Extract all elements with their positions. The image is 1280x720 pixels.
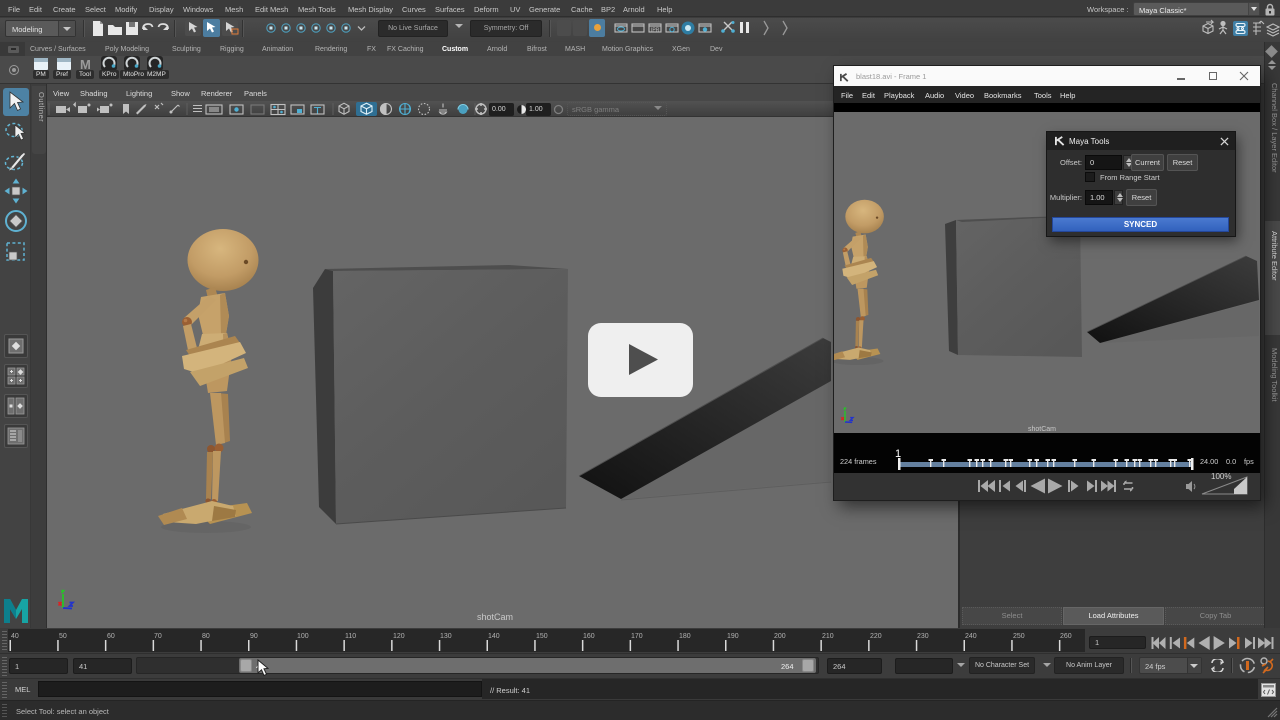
svg-text:70: 70	[154, 633, 162, 640]
svg-text:230: 230	[917, 633, 929, 640]
svg-text:90: 90	[250, 633, 258, 640]
svg-text:100: 100	[297, 633, 309, 640]
svg-text:170: 170	[631, 633, 643, 640]
svg-text:260: 260	[1060, 633, 1072, 640]
svg-text:80: 80	[202, 633, 210, 640]
svg-text:fps: fps	[1244, 457, 1254, 466]
svg-text:210: 210	[822, 633, 834, 640]
svg-text:40: 40	[11, 633, 19, 640]
svg-text:120: 120	[393, 633, 405, 640]
svg-text:60: 60	[107, 633, 115, 640]
svg-text:190: 190	[727, 633, 739, 640]
svg-text:240: 240	[965, 633, 977, 640]
svg-text:0.0: 0.0	[1226, 457, 1236, 466]
svg-text:IPR: IPR	[651, 28, 660, 34]
svg-text:150: 150	[536, 633, 548, 640]
svg-text:shotCam: shotCam	[477, 612, 513, 622]
svg-text:220: 220	[870, 633, 882, 640]
svg-text:50: 50	[59, 633, 67, 640]
svg-text:160: 160	[583, 633, 595, 640]
svg-text:24.00: 24.00	[1200, 457, 1218, 466]
svg-text:110: 110	[345, 633, 356, 640]
svg-text:shotCam: shotCam	[1028, 426, 1056, 433]
svg-text:140: 140	[488, 633, 500, 640]
svg-text:130: 130	[440, 633, 452, 640]
svg-text:180: 180	[679, 633, 691, 640]
svg-text:224 frames: 224 frames	[840, 457, 877, 466]
svg-text:100%: 100%	[1211, 472, 1231, 481]
svg-text:250: 250	[1013, 633, 1025, 640]
svg-text:200: 200	[774, 633, 786, 640]
